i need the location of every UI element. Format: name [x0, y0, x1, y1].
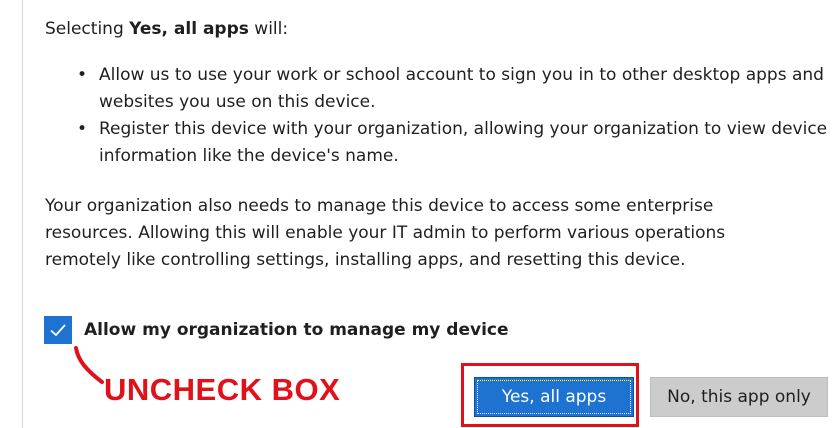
- no-this-app-only-button[interactable]: No, this app only: [650, 377, 828, 417]
- manage-device-option[interactable]: Allow my organization to manage my devic…: [44, 316, 509, 344]
- checkmark-icon: [50, 324, 66, 337]
- bullet-list: • Allow us to use your work or school ac…: [73, 62, 828, 170]
- bullet-dot: •: [77, 65, 88, 85]
- bullet-item: • Register this device with your organiz…: [73, 116, 828, 170]
- intro-prefix: Selecting: [45, 19, 130, 39]
- uncheck-box-annotation: UNCHECK BOX: [104, 372, 341, 407]
- bullet-dot: •: [77, 119, 88, 139]
- management-paragraph: Your organization also needs to manage t…: [45, 196, 726, 270]
- manage-device-checkbox[interactable]: [44, 316, 72, 344]
- yes-all-apps-button[interactable]: Yes, all apps: [474, 377, 634, 417]
- intro-text: Selecting Yes, all apps will:: [45, 17, 288, 41]
- manage-device-label[interactable]: Allow my organization to manage my devic…: [84, 320, 509, 340]
- bullet-item: • Allow us to use your work or school ac…: [73, 62, 828, 116]
- bullet-text: Allow us to use your work or school acco…: [99, 65, 824, 112]
- bullet-text: Register this device with your organizat…: [99, 119, 828, 166]
- intro-suffix: will:: [248, 19, 289, 39]
- intro-emphasis: Yes, all apps: [129, 19, 249, 39]
